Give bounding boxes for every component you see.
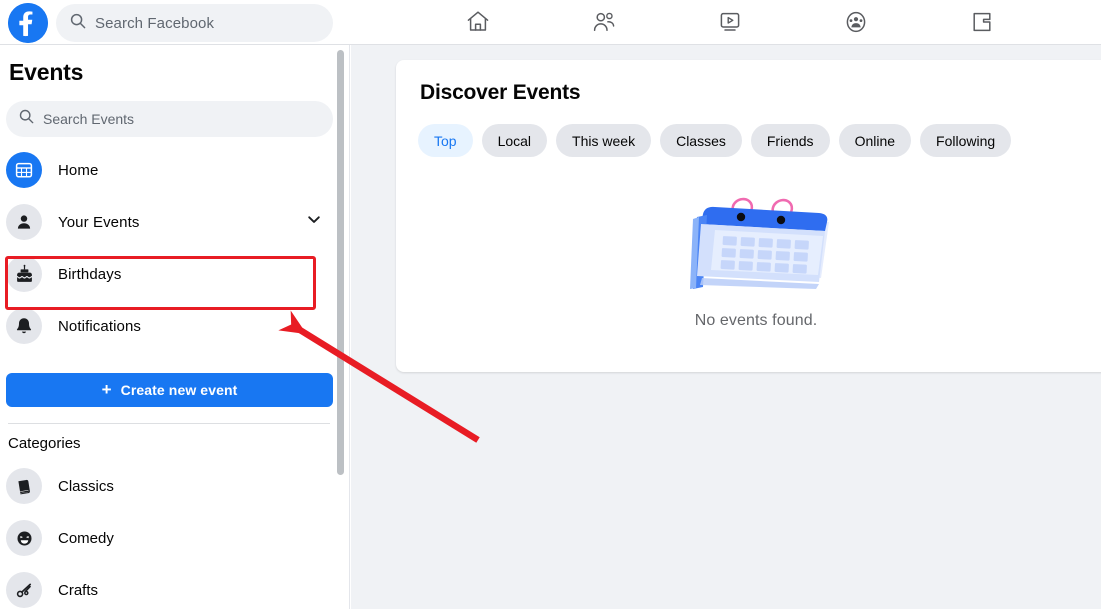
sidebar-item-label: Birthdays bbox=[58, 265, 122, 283]
search-icon bbox=[19, 109, 34, 129]
scissors-icon bbox=[6, 572, 42, 608]
watch-video-icon bbox=[717, 9, 743, 35]
no-events-message: No events found. bbox=[694, 312, 818, 329]
sidebar-item-your-events[interactable]: Your Events bbox=[0, 196, 340, 248]
gaming-icon bbox=[969, 9, 995, 35]
person-icon bbox=[6, 204, 42, 240]
home-icon bbox=[465, 9, 491, 35]
empty-state: No events found. bbox=[396, 190, 1101, 330]
events-search-input[interactable]: Search Events bbox=[6, 101, 333, 137]
page-title: Events bbox=[9, 59, 84, 85]
search-icon bbox=[70, 13, 86, 34]
chevron-down-icon[interactable] bbox=[305, 211, 323, 234]
sidebar-item-label: Notifications bbox=[58, 317, 142, 335]
categories-heading: Categories bbox=[8, 435, 81, 452]
global-header: Search Facebook bbox=[0, 0, 1101, 45]
filter-tab-local[interactable]: Local bbox=[481, 124, 548, 157]
sidebar-scrollbar-thumb[interactable] bbox=[337, 50, 344, 475]
category-label: Crafts bbox=[58, 581, 99, 599]
sidebar-item-label: Your Events bbox=[58, 213, 140, 231]
filter-tab-following[interactable]: Following bbox=[920, 124, 1012, 157]
category-item-crafts[interactable]: Crafts bbox=[0, 564, 340, 609]
main-content: Discover Events Top Local This week Clas… bbox=[351, 45, 1101, 609]
sidebar-divider bbox=[8, 423, 330, 424]
events-search-placeholder: Search Events bbox=[43, 111, 135, 127]
sidebar-item-home[interactable]: Home bbox=[0, 144, 340, 196]
category-item-comedy[interactable]: Comedy bbox=[0, 512, 340, 564]
global-search-input[interactable]: Search Facebook bbox=[56, 4, 333, 42]
discover-events-title: Discover Events bbox=[420, 81, 581, 104]
filter-tab-friends[interactable]: Friends bbox=[750, 124, 830, 157]
sidebar-item-birthdays[interactable]: Birthdays bbox=[0, 248, 340, 300]
laughing-face-icon bbox=[6, 520, 42, 556]
create-new-event-label: Create new event bbox=[120, 382, 238, 398]
friends-icon bbox=[591, 9, 617, 35]
facebook-logo-icon[interactable] bbox=[8, 3, 48, 43]
calendar-illustration bbox=[669, 190, 844, 295]
bell-icon bbox=[6, 308, 42, 344]
create-new-event-button[interactable]: + Create new event bbox=[6, 373, 333, 407]
discover-events-card: Discover Events Top Local This week Clas… bbox=[396, 60, 1101, 372]
nav-gaming-button[interactable] bbox=[919, 0, 1045, 44]
category-item-classics[interactable]: Classics bbox=[0, 460, 340, 512]
calendar-icon bbox=[6, 152, 42, 188]
sidebar-item-notifications[interactable]: Notifications bbox=[0, 300, 340, 352]
nav-watch-button[interactable] bbox=[667, 0, 793, 44]
category-label: Comedy bbox=[58, 529, 114, 547]
event-filter-tabs: Top Local This week Classes Friends Onli… bbox=[418, 124, 1012, 157]
filter-tab-this-week[interactable]: This week bbox=[556, 124, 652, 157]
filter-tab-online[interactable]: Online bbox=[838, 124, 912, 157]
birthday-cake-icon bbox=[6, 256, 42, 292]
groups-icon bbox=[843, 9, 869, 35]
sidebar-nav-list: Home Your Events Birthdays Notifications bbox=[0, 144, 340, 352]
global-search-placeholder: Search Facebook bbox=[95, 14, 215, 32]
category-label: Classics bbox=[58, 477, 114, 495]
facebook-events-page: Search Facebook Events Search Events Hom… bbox=[0, 0, 1101, 609]
nav-groups-button[interactable] bbox=[793, 0, 919, 44]
book-icon bbox=[6, 468, 42, 504]
primary-navigation bbox=[415, 0, 1045, 44]
events-sidebar: Events Search Events Home Your Events Bi… bbox=[0, 45, 350, 609]
plus-icon: + bbox=[101, 379, 112, 399]
nav-friends-button[interactable] bbox=[541, 0, 667, 44]
filter-tab-top[interactable]: Top bbox=[418, 124, 473, 157]
nav-home-button[interactable] bbox=[415, 0, 541, 44]
categories-list: Classics Comedy Crafts bbox=[0, 460, 340, 609]
sidebar-item-label: Home bbox=[58, 161, 99, 179]
filter-tab-classes[interactable]: Classes bbox=[660, 124, 742, 157]
